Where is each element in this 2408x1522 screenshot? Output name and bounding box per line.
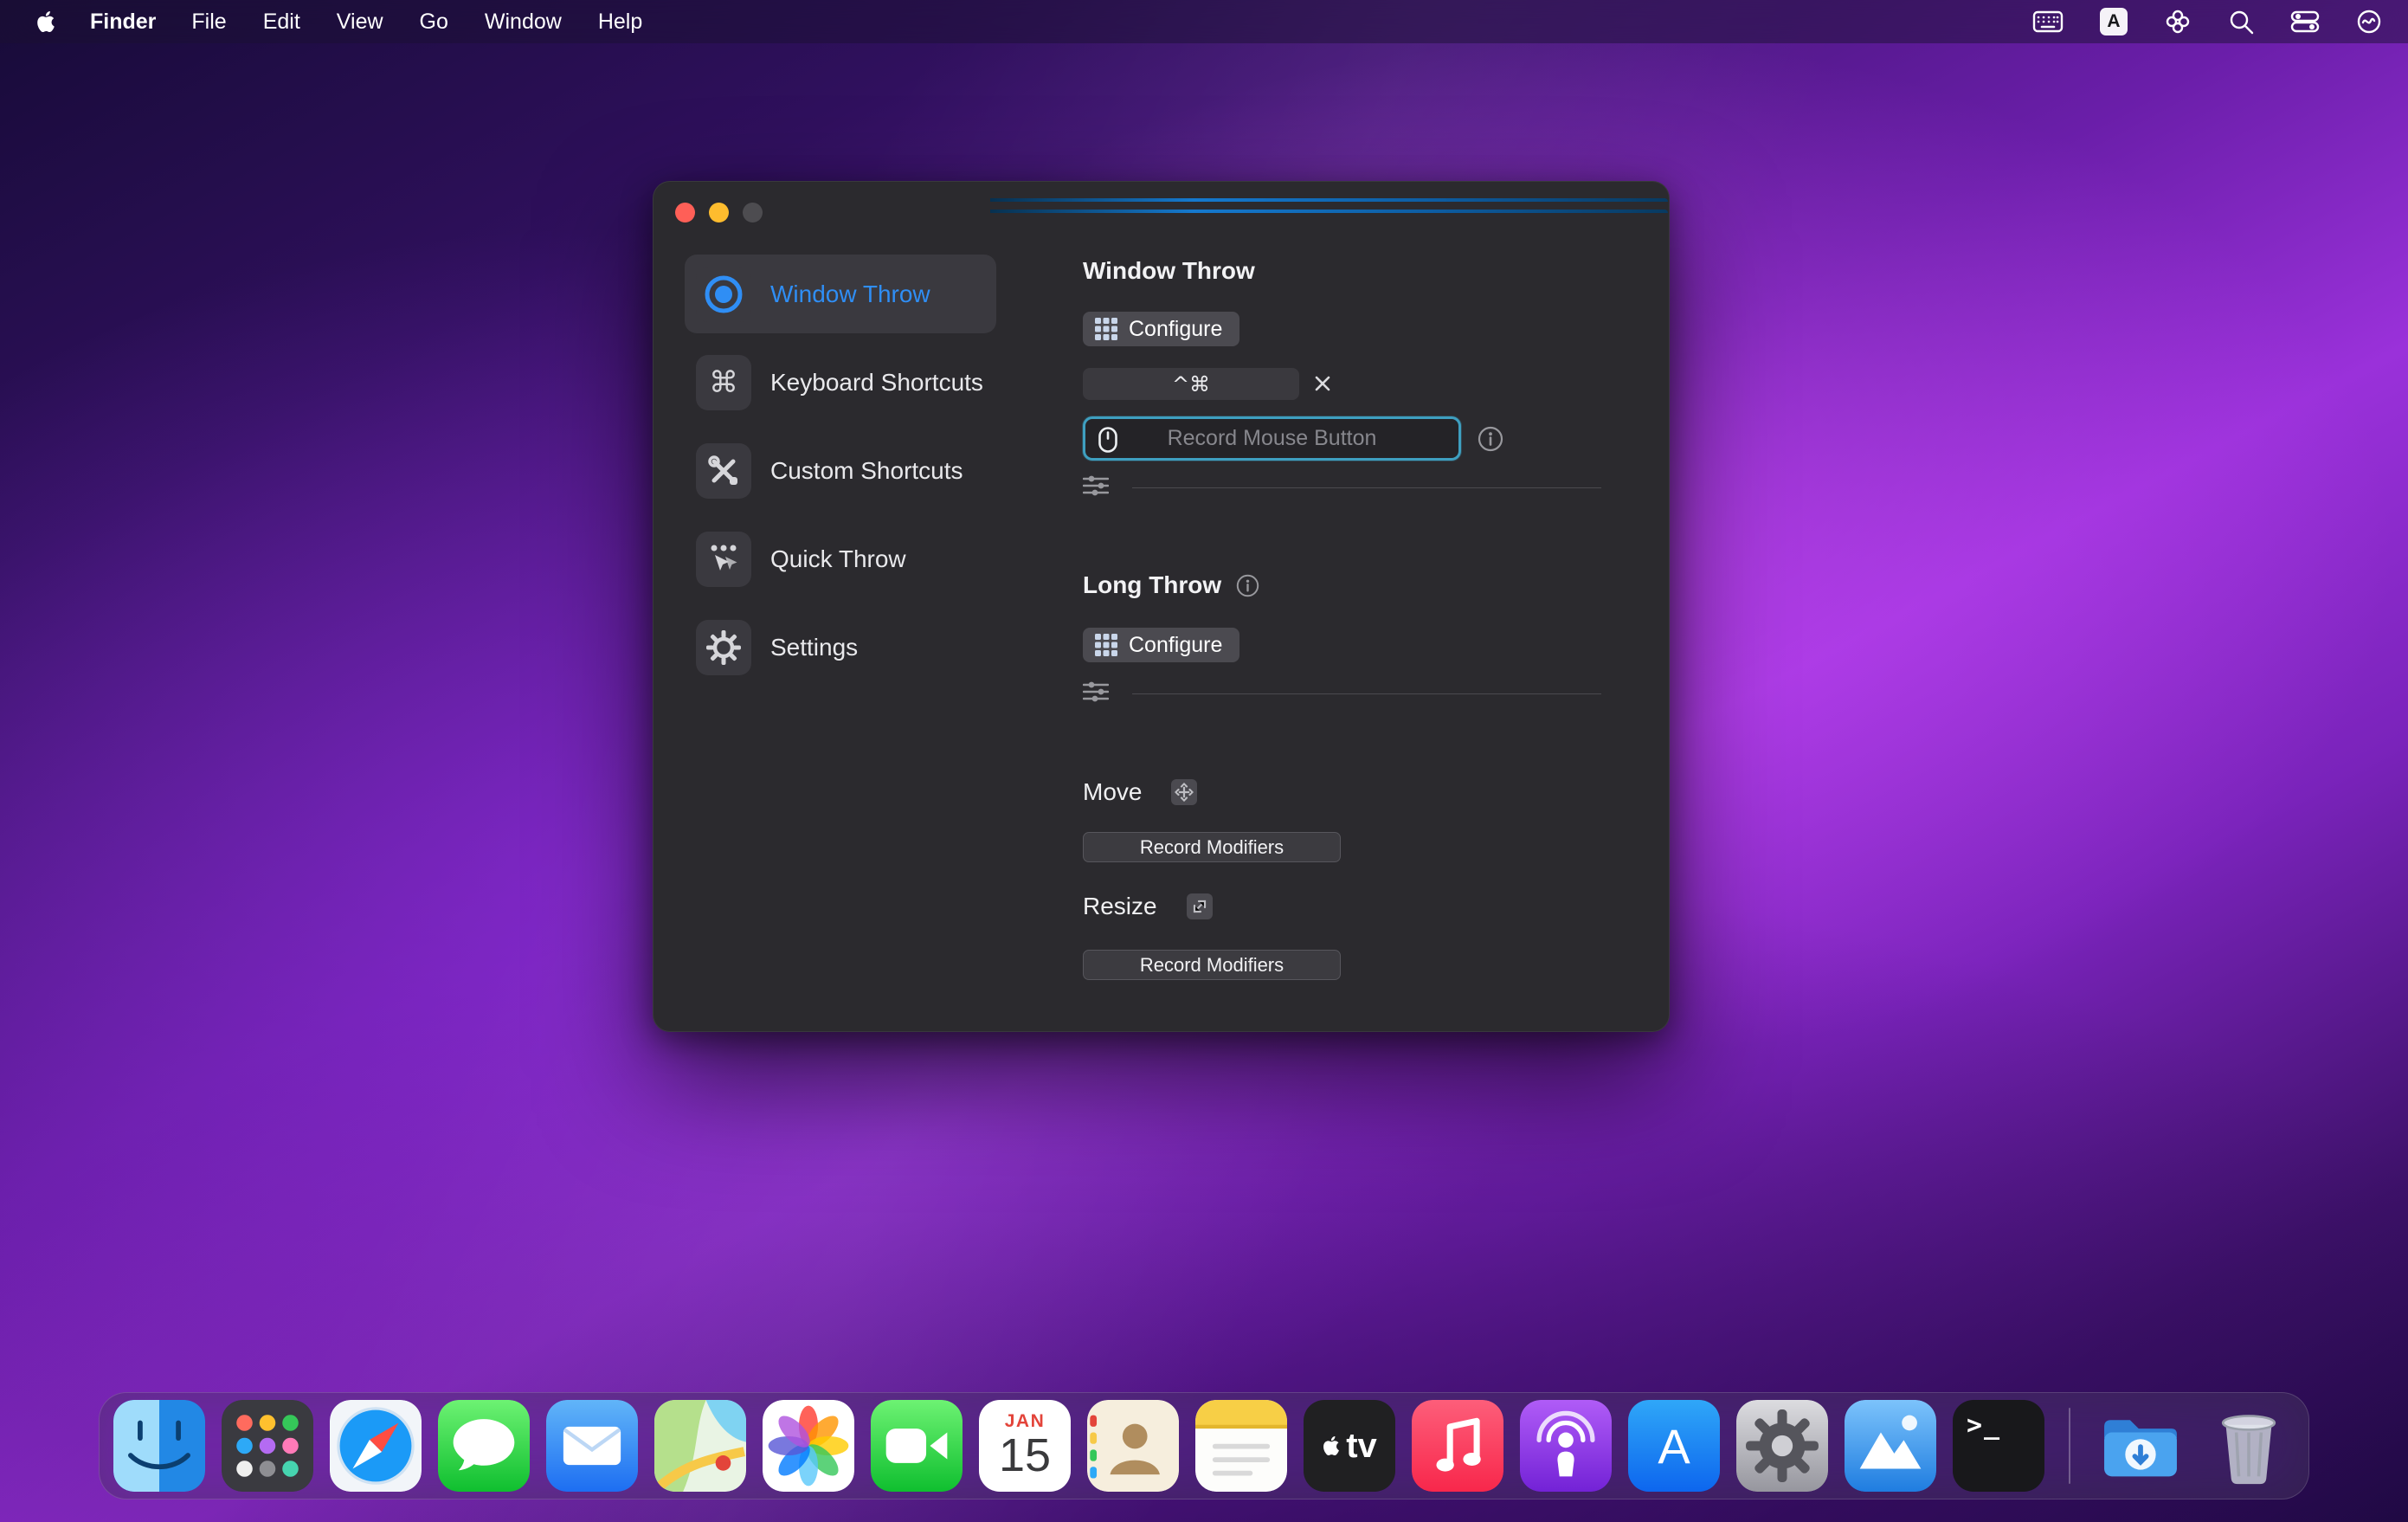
- filter-row: [1083, 681, 1601, 706]
- dock-podcasts-icon[interactable]: [1520, 1400, 1612, 1492]
- menu-item-edit[interactable]: Edit: [245, 10, 319, 35]
- long-throw-heading-row: Long Throw: [1083, 571, 1259, 599]
- sidebar-item-keyboard-shortcuts[interactable]: ⌘ Keyboard Shortcuts: [685, 343, 996, 422]
- resize-label: Resize: [1083, 893, 1157, 920]
- tools-icon: [696, 443, 751, 499]
- dock-maps-icon[interactable]: [654, 1400, 746, 1492]
- keyboard-icon[interactable]: [2032, 6, 2064, 37]
- window-controls: [675, 203, 763, 222]
- search-icon[interactable]: [2228, 6, 2254, 37]
- move-icon: [1171, 779, 1197, 805]
- input-source-icon[interactable]: A: [2100, 8, 2128, 35]
- divider: [1132, 487, 1601, 488]
- resize-row: Resize: [1083, 893, 1213, 920]
- dock-system-preferences-icon[interactable]: [1736, 1400, 1828, 1492]
- apple-logo-icon: [1322, 1435, 1341, 1457]
- mouse-icon: [1098, 427, 1117, 457]
- resize-icon: [1187, 893, 1213, 919]
- dock-facetime-icon[interactable]: [871, 1400, 963, 1492]
- close-button[interactable]: [675, 203, 695, 222]
- pinwheel-icon[interactable]: [2164, 6, 2192, 37]
- sidebar: Window Throw ⌘ Keyboard Shortcuts Custom…: [685, 255, 996, 687]
- configure-long-throw-button[interactable]: Configure: [1083, 628, 1239, 662]
- sidebar-item-label: Settings: [770, 634, 858, 661]
- settings-panel: Window Throw Configure ^⌘ Record Mouse B…: [1083, 181, 1601, 1032]
- grid-icon: [1095, 318, 1117, 340]
- dock-photos-icon[interactable]: [763, 1400, 854, 1492]
- siri-icon[interactable]: [2356, 6, 2382, 37]
- gear-icon: [696, 620, 751, 675]
- dock-safari-icon[interactable]: [330, 1400, 422, 1492]
- dock-mail-icon[interactable]: [546, 1400, 638, 1492]
- menu-app-name[interactable]: Finder: [73, 10, 173, 35]
- menu-item-file[interactable]: File: [173, 10, 244, 35]
- divider: [1132, 693, 1601, 694]
- grid-icon: [1095, 634, 1117, 656]
- apple-menu-icon[interactable]: [31, 10, 61, 34]
- filter-row: [1083, 475, 1601, 500]
- calendar-day: 15: [999, 1432, 1051, 1479]
- move-row: Move: [1083, 778, 1197, 806]
- menu-bar: Finder File Edit View Go Window Help A: [0, 0, 2408, 43]
- move-label: Move: [1083, 778, 1142, 806]
- sidebar-item-window-throw[interactable]: Window Throw: [685, 255, 996, 333]
- record-modifiers-move-button[interactable]: Record Modifiers: [1083, 832, 1341, 862]
- sliders-icon[interactable]: [1083, 475, 1109, 500]
- terminal-prompt: >_: [1967, 1410, 2001, 1441]
- tv-label: tv: [1346, 1427, 1377, 1466]
- sidebar-item-custom-shortcuts[interactable]: Custom Shortcuts: [685, 431, 996, 510]
- dock: JAN 15 tv A: [99, 1392, 2309, 1499]
- configure-label: Configure: [1129, 633, 1222, 658]
- record-modifiers-resize-button[interactable]: Record Modifiers: [1083, 950, 1341, 980]
- dock-apple-tv-icon[interactable]: tv: [1304, 1400, 1395, 1492]
- menu-item-view[interactable]: View: [319, 10, 402, 35]
- pointer-dots-icon: [696, 532, 751, 587]
- menu-item-go[interactable]: Go: [402, 10, 467, 35]
- zoom-button[interactable]: [743, 203, 763, 222]
- dock-terminal-icon[interactable]: >_: [1953, 1400, 2044, 1492]
- dock-music-icon[interactable]: [1412, 1400, 1503, 1492]
- dock-launchpad-icon[interactable]: [222, 1400, 313, 1492]
- dock-calendar-icon[interactable]: JAN 15: [979, 1400, 1071, 1492]
- sliders-icon[interactable]: [1083, 681, 1109, 706]
- record-mouse-button-field[interactable]: Record Mouse Button: [1083, 416, 1461, 461]
- dock-downloads-icon[interactable]: [2095, 1400, 2186, 1492]
- target-icon: [696, 267, 751, 322]
- dock-notes-icon[interactable]: [1195, 1400, 1287, 1492]
- sidebar-item-label: Keyboard Shortcuts: [770, 369, 983, 397]
- sidebar-item-quick-throw[interactable]: Quick Throw: [685, 519, 996, 598]
- minimize-button[interactable]: [709, 203, 729, 222]
- sidebar-item-label: Window Throw: [770, 281, 930, 308]
- sidebar-item-settings[interactable]: Settings: [685, 608, 996, 687]
- record-mouse-placeholder: Record Mouse Button: [1168, 426, 1377, 451]
- shortcut-field[interactable]: ^⌘: [1083, 368, 1299, 400]
- dock-trash-icon[interactable]: [2203, 1400, 2295, 1492]
- clear-shortcut-icon[interactable]: [1310, 371, 1336, 397]
- dock-messages-icon[interactable]: [438, 1400, 530, 1492]
- dock-window-app-icon[interactable]: [1845, 1400, 1936, 1492]
- dock-app-store-icon[interactable]: A: [1628, 1400, 1720, 1492]
- menu-item-help[interactable]: Help: [580, 10, 660, 35]
- menu-item-window[interactable]: Window: [467, 10, 580, 35]
- info-icon[interactable]: [1478, 426, 1503, 452]
- dock-separator: [2069, 1408, 2070, 1484]
- configure-window-throw-button[interactable]: Configure: [1083, 312, 1239, 346]
- command-icon: ⌘: [696, 355, 751, 410]
- dock-contacts-icon[interactable]: [1087, 1400, 1179, 1492]
- info-icon[interactable]: [1236, 574, 1259, 597]
- sidebar-item-label: Quick Throw: [770, 545, 906, 573]
- long-throw-title: Long Throw: [1083, 571, 1221, 599]
- configure-label: Configure: [1129, 317, 1222, 342]
- dock-finder-icon[interactable]: [113, 1400, 205, 1492]
- desktop-wallpaper: Finder File Edit View Go Window Help A: [0, 0, 2408, 1522]
- sidebar-item-label: Custom Shortcuts: [770, 457, 963, 485]
- app-store-letter: A: [1658, 1418, 1690, 1474]
- app-window: Window Throw ⌘ Keyboard Shortcuts Custom…: [653, 181, 1670, 1032]
- window-throw-title: Window Throw: [1083, 257, 1255, 285]
- control-center-icon[interactable]: [2290, 6, 2320, 37]
